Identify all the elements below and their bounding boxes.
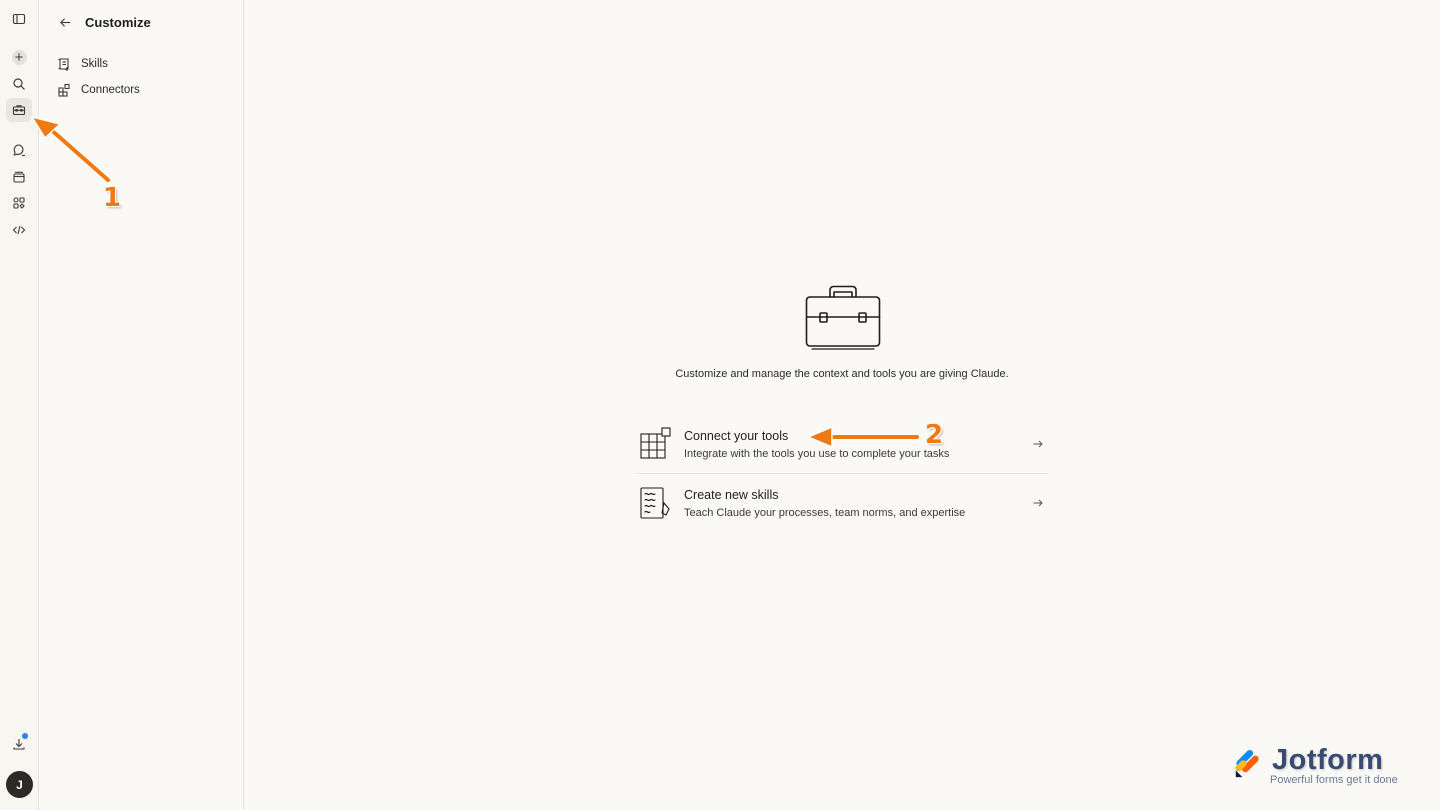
search-button[interactable] xyxy=(6,72,32,96)
arrow-right-icon xyxy=(1033,440,1043,448)
code-button[interactable] xyxy=(6,218,32,242)
download-button[interactable] xyxy=(6,732,32,756)
arrow-left-icon xyxy=(59,17,70,27)
icon-rail: J xyxy=(0,0,39,810)
connect-tools-icon xyxy=(640,427,671,459)
nav-item-connectors[interactable]: Connectors xyxy=(57,80,140,100)
panel-title: Customize xyxy=(85,14,151,30)
toolbox-illustration-icon xyxy=(805,285,881,350)
notification-dot xyxy=(22,733,28,739)
card-title: Create new skills xyxy=(684,487,779,502)
download-icon xyxy=(13,739,25,750)
annotation-label-2: 2 xyxy=(925,420,944,450)
new-chat-button[interactable] xyxy=(6,45,32,69)
sidebar-toggle-button[interactable] xyxy=(6,7,32,31)
card-description: Teach Claude your processes, team norms,… xyxy=(684,506,966,519)
card-title: Connect your tools xyxy=(684,428,789,443)
projects-icon xyxy=(13,171,25,183)
chats-icon xyxy=(13,144,25,157)
connectors-icon xyxy=(58,83,70,97)
nav-item-label: Skills xyxy=(81,58,108,70)
card-text: Create new skills Teach Claude your proc… xyxy=(684,488,1032,519)
avatar[interactable]: J xyxy=(6,771,33,798)
create-skills-card[interactable]: Create new skills Teach Claude your proc… xyxy=(636,475,1048,531)
customize-icon xyxy=(12,105,26,116)
arrow-right-icon xyxy=(1033,499,1043,507)
card-description: Integrate with the tools you use to comp… xyxy=(684,447,950,460)
sidebar-toggle-icon xyxy=(12,13,26,25)
nav-item-label: Connectors xyxy=(81,84,140,96)
chats-button[interactable] xyxy=(6,138,32,162)
back-button[interactable] xyxy=(57,14,73,30)
main-content: Customize and manage the context and too… xyxy=(244,0,1440,810)
new-chat-icon xyxy=(11,49,27,65)
projects-button[interactable] xyxy=(6,165,32,189)
brand-name: Jotform xyxy=(1272,744,1384,776)
jotform-watermark: Jotform Powerful forms get it done xyxy=(1232,744,1412,788)
customize-button[interactable] xyxy=(6,98,32,122)
artifacts-icon xyxy=(13,197,25,209)
skills-icon xyxy=(58,58,69,71)
connect-tools-card[interactable]: Connect your tools Integrate with the to… xyxy=(636,416,1048,472)
card-text: Connect your tools Integrate with the to… xyxy=(684,429,1032,460)
search-icon xyxy=(13,78,25,90)
customize-panel: Customize Skills Connectors xyxy=(39,0,244,810)
card-divider xyxy=(636,473,1048,474)
code-icon xyxy=(12,225,26,235)
nav-item-skills[interactable]: Skills xyxy=(57,54,108,74)
jotform-logo-icon xyxy=(1235,749,1259,778)
brand-tagline: Powerful forms get it done xyxy=(1270,774,1398,786)
artifacts-button[interactable] xyxy=(6,191,32,215)
annotation-label-1: 1 xyxy=(103,183,122,213)
panel-header: Customize xyxy=(57,12,151,32)
intro-text: Customize and manage the context and too… xyxy=(675,368,1009,380)
create-skills-icon xyxy=(640,487,670,519)
